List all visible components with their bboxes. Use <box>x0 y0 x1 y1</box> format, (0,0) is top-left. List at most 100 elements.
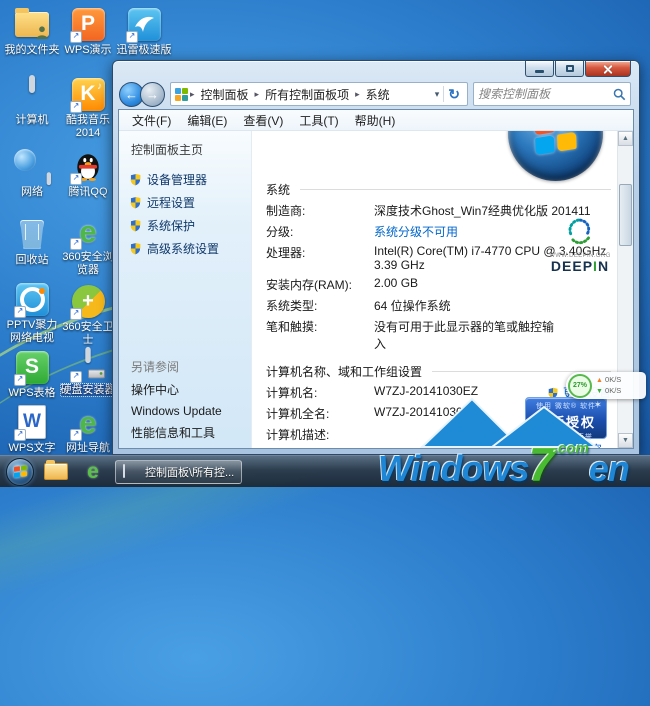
breadcrumb-control-panel[interactable]: 控制面板 <box>195 86 255 103</box>
user-folder-icon <box>12 6 52 42</box>
menu-file[interactable]: 文件(F) <box>125 111 178 130</box>
desktop-icon-label: 计算机 <box>16 114 49 126</box>
desktop-icon-label: 酷我音乐 2014 <box>66 114 110 139</box>
menu-help[interactable]: 帮助(H) <box>348 111 403 130</box>
desktop-icon-label: 腾讯QQ <box>68 186 107 198</box>
web-nav-icon: e <box>68 404 108 440</box>
system-row: 系统类型: 64 位操作系统 <box>266 297 611 314</box>
desktop-icon-wps-spreadsheet[interactable]: S WPS表格 <box>4 349 60 400</box>
sidebar-item-performance-tools[interactable]: 性能信息和工具 <box>119 421 251 444</box>
desktop-icon-360-safe[interactable]: + 360安全卫士 <box>60 283 116 346</box>
desktop-icon-recycle-bin[interactable]: 回收站 <box>4 216 60 267</box>
desktop-icon-wps-writer[interactable]: W WPS文字 <box>4 404 60 455</box>
desktop-icon-label: 360安全浏览器 <box>62 251 113 276</box>
disk-installer-icon <box>68 346 108 382</box>
section-header-system: 系统 <box>266 181 611 198</box>
desktop-icon-network[interactable]: 网络 <box>4 148 60 199</box>
desktop-icon-label: 360安全卫士 <box>62 321 113 346</box>
desktop-icon-pptv[interactable]: PPTV聚力 网络电视 <box>4 281 60 344</box>
section-header-computer-name: 计算机名称、域和工作组设置 <box>266 363 611 380</box>
browser-e-icon: e <box>87 461 99 482</box>
sidebar-item-control-panel-home[interactable]: 控制面板主页 <box>119 137 251 168</box>
net-rates: ▲ 0K/S ▼ 0K/S <box>592 375 642 396</box>
desktop-icon-360-browser[interactable]: e 360安全浏览器 <box>60 213 116 276</box>
taskbar: e 控制面板\所有控... <box>0 455 650 487</box>
title-bar[interactable] <box>113 61 639 79</box>
scroll-down-icon[interactable]: ▼ <box>618 433 633 448</box>
desktop-icon-label: WPS演示 <box>64 44 111 56</box>
breadcrumb-all-items[interactable]: 所有控制面板项 <box>259 86 355 103</box>
menu-edit[interactable]: 编辑(E) <box>180 111 234 130</box>
computer-icon <box>12 76 52 112</box>
desktop-icon-wps-presentation[interactable]: P WPS演示 <box>60 6 116 57</box>
desktop-icon-thunder[interactable]: 迅雷极速版 <box>116 6 172 57</box>
vertical-scrollbar[interactable]: ▲ ▼ <box>617 131 633 448</box>
wps-spreadsheet-icon: S <box>12 349 52 385</box>
menu-tools[interactable]: 工具(T) <box>292 111 345 130</box>
menu-bar: 文件(F) 编辑(E) 查看(V) 工具(T) 帮助(H) <box>119 110 633 131</box>
breadcrumb-system[interactable]: 系统 <box>360 86 396 103</box>
search-box[interactable] <box>473 82 631 106</box>
windows-flag-icon <box>14 465 27 478</box>
desktop-icon-kuwo-music[interactable]: K 酷我音乐 2014 <box>60 76 116 139</box>
address-dropdown-icon[interactable]: ▾ <box>431 89 444 100</box>
desktop-icon-disk-installer[interactable]: 硬盘安装器 <box>60 346 116 397</box>
refresh-icon[interactable]: ↻ <box>444 86 464 103</box>
net-speed-widget[interactable]: 27% ▲ 0K/S ▼ 0K/S <box>566 372 646 399</box>
desktop-icon-my-folder[interactable]: 我的文件夹 <box>4 6 60 57</box>
wps-presentation-icon: P <box>68 6 108 42</box>
sidebar-item-action-center[interactable]: 操作中心 <box>119 378 251 401</box>
learn-more-online-link[interactable]: 联机了解更多内容... <box>514 441 611 448</box>
maximize-button[interactable] <box>555 60 584 77</box>
taskbar-browser-button[interactable]: e <box>78 459 108 485</box>
sidebar-item-windows-update[interactable]: Windows Update <box>119 401 251 421</box>
forward-button[interactable]: → <box>140 82 165 107</box>
search-input[interactable] <box>476 86 613 102</box>
control-panel-icon <box>175 88 188 101</box>
desktop-icon-computer[interactable]: 计算机 <box>4 76 60 127</box>
deepin-logo: WWW.DEEPIN.ORG DEEPIN <box>547 215 613 273</box>
system-row: 安装内存(RAM): 2.00 GB <box>266 276 611 293</box>
system-row: 笔和触摸: 没有可用于此显示器的笔或触控输入 <box>266 318 611 352</box>
pptv-icon <box>12 281 52 317</box>
uac-shield-icon <box>129 173 142 186</box>
uac-shield-icon <box>129 196 142 209</box>
desktop-icon-web-nav[interactable]: e 网址导航 <box>60 404 116 455</box>
sidebar: 控制面板主页 设备管理器 远程设置 系统保护 高级系统设置 <box>119 131 252 448</box>
genuine-software-badge: ✶ 使用 微软® 软件 正版授权 安全 稳定 声誉 <box>525 397 607 439</box>
uac-shield-icon <box>129 219 142 232</box>
sidebar-item-advanced-settings[interactable]: 高级系统设置 <box>119 237 251 260</box>
desktop-icon-label: 网络 <box>21 186 43 198</box>
scrollbar-thumb[interactable] <box>619 184 632 246</box>
sidebar-item-system-protection[interactable]: 系统保护 <box>119 214 251 237</box>
menu-view[interactable]: 查看(V) <box>236 111 290 130</box>
address-bar[interactable]: ▸ 控制面板 ▸ 所有控制面板项 ▸ 系统 ▾ ↻ <box>170 82 468 106</box>
desktop-icon-label: 我的文件夹 <box>5 44 60 56</box>
sidebar-item-remote-settings[interactable]: 远程设置 <box>119 191 251 214</box>
desktop-icon-qq[interactable]: 腾讯QQ <box>60 148 116 199</box>
windows-logo-icon <box>508 131 603 181</box>
desktop-icon-label: PPTV聚力 网络电视 <box>7 319 58 344</box>
sidebar-item-device-manager[interactable]: 设备管理器 <box>119 168 251 191</box>
close-icon <box>603 64 613 74</box>
system-properties-window: ← → ▸ 控制面板 ▸ 所有控制面板项 ▸ 系统 ▾ ↻ 文件(F) 编辑(E… <box>112 60 640 455</box>
desktop-icon-label: WPS文字 <box>8 442 55 454</box>
computer-icon <box>123 465 140 479</box>
close-button[interactable] <box>585 60 631 77</box>
maximize-icon <box>566 65 574 72</box>
uac-shield-icon <box>129 242 142 255</box>
desktop-icon-label: 回收站 <box>16 254 49 266</box>
desktop-icon-label: 迅雷极速版 <box>117 44 172 56</box>
taskbar-explorer-button[interactable] <box>41 459 71 485</box>
search-icon[interactable] <box>613 88 626 101</box>
see-also-header: 另请参阅 <box>119 355 251 378</box>
navigation-bar: ← → ▸ 控制面板 ▸ 所有控制面板项 ▸ 系统 ▾ ↻ <box>113 79 639 109</box>
scroll-up-icon[interactable]: ▲ <box>618 131 633 146</box>
desktop-icon-label: WPS表格 <box>8 387 55 399</box>
memory-percent-ring[interactable]: 27% <box>568 374 592 398</box>
desktop-icon-label: 硬盘安装器 <box>61 384 116 396</box>
network-icon <box>12 148 52 184</box>
taskbar-control-panel-task[interactable]: 控制面板\所有控... <box>115 460 242 484</box>
minimize-button[interactable] <box>525 60 554 77</box>
start-button[interactable] <box>6 458 34 486</box>
